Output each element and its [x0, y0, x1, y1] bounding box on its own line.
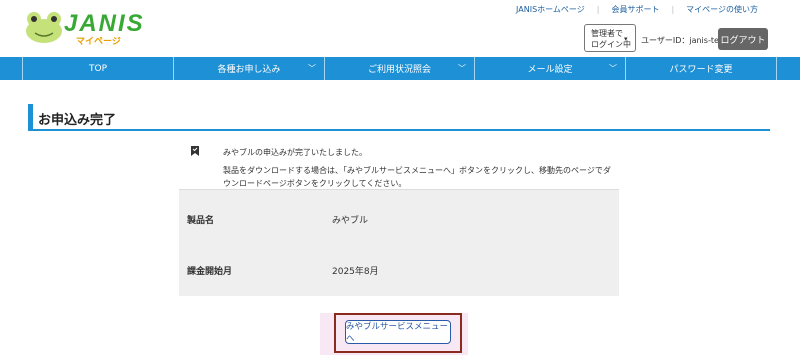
nav-mail-settings[interactable]: メール設定 ﹀	[474, 57, 625, 80]
nav-label: メール設定	[527, 65, 573, 75]
details-table: 製品名 みやブル 課金開始月 2025年8月	[179, 189, 619, 296]
frog-logo-icon	[26, 12, 62, 43]
nav-applications[interactable]: 各種お申し込み ﹀	[173, 57, 324, 80]
admin-line2: ログイン中	[591, 40, 631, 49]
nav-usage-inquiry[interactable]: ご利用状況照会 ﹀	[324, 57, 474, 80]
detail-value: 2025年8月	[332, 267, 379, 277]
link-mypage-help[interactable]: マイページの使い方	[674, 4, 770, 15]
title-divider	[28, 129, 770, 131]
title-accent	[28, 104, 33, 130]
completion-message: みやブルの申込みが完了いたしました。	[223, 148, 367, 157]
nav-label: ご利用状況照会	[367, 65, 431, 75]
link-member-support[interactable]: 会員サポート	[599, 4, 671, 15]
nav-password-change[interactable]: パスワード変更	[625, 57, 776, 80]
bookmark-icon	[191, 146, 199, 156]
nav-label: TOP	[88, 63, 107, 74]
page-title: お申込み完了	[38, 113, 117, 128]
detail-label: 製品名	[187, 216, 215, 226]
nav-top[interactable]: TOP	[22, 57, 173, 80]
nav-spacer	[776, 57, 800, 80]
detail-label: 課金開始月	[187, 267, 233, 277]
service-menu-button[interactable]: みやブルサービスメニューへ	[345, 320, 451, 344]
brand-sub: マイページ	[76, 37, 121, 47]
main-nav: TOP 各種お申し込み ﹀ ご利用状況照会 ﹀ メール設定 ﹀ パスワード変更	[0, 57, 800, 80]
admin-login-dropdown[interactable]: 管理者で ログイン中	[584, 24, 636, 52]
nav-label: パスワード変更	[669, 65, 733, 75]
admin-line1: 管理者で	[591, 29, 623, 38]
download-instructions: 製品をダウンロードする場合は、「みやブルサービスメニューへ」ボタンをクリックし、…	[223, 166, 611, 188]
chevron-down-icon: ﹀	[609, 64, 617, 73]
nav-label: 各種お申し込み	[217, 65, 281, 75]
caret-down-icon: ▾	[624, 35, 628, 43]
chevron-down-icon: ﹀	[458, 64, 466, 73]
logout-button[interactable]: ログアウト	[718, 28, 768, 50]
detail-value: みやブル	[332, 216, 369, 226]
top-links: JANISホームページ | 会員サポート | マイページの使い方	[504, 4, 770, 15]
chevron-down-icon: ﹀	[308, 64, 316, 73]
user-id: ユーザーID：janis-test	[641, 36, 727, 45]
link-janis-home[interactable]: JANISホームページ	[504, 4, 597, 15]
